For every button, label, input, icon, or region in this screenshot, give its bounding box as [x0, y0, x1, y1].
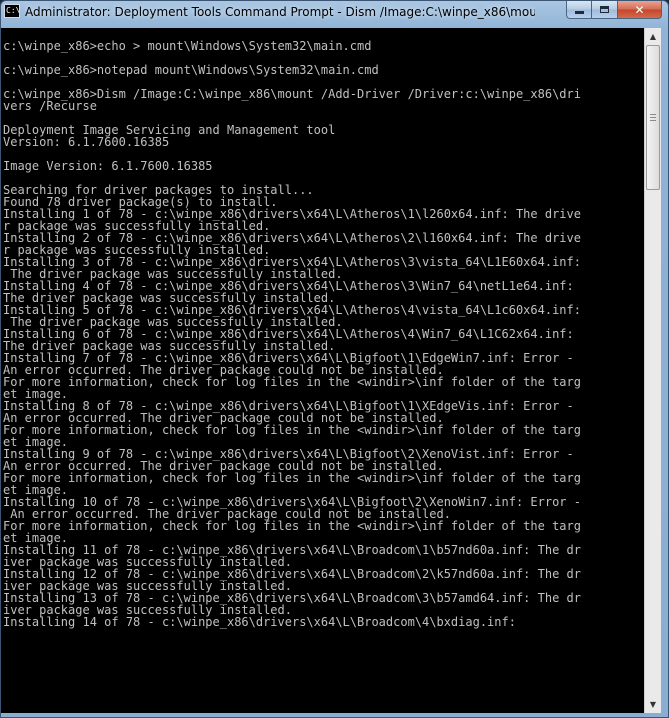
title-bar[interactable]: C:\ Administrator: Deployment Tools Comm… [1, 1, 668, 23]
console-line: c:\winpe_x86>echo > mount\Windows\System… [3, 39, 372, 53]
grip-line [650, 117, 656, 118]
console-line: Image Version: 6.1.7600.16385 [3, 159, 213, 173]
grip-line [650, 120, 656, 121]
vertical-scrollbar[interactable]: ▲ ▼ [644, 28, 661, 713]
close-icon: ✕ [634, 2, 645, 17]
caption-buttons: ✕ [566, 1, 662, 20]
console-line: Installing 14 of 78 - c:\winpe_x86\drive… [3, 615, 516, 629]
window-title: Administrator: Deployment Tools Command … [25, 5, 535, 19]
arrow-up-icon: ▲ [649, 32, 657, 41]
grip-line [650, 114, 656, 115]
scroll-down-button[interactable]: ▼ [645, 696, 661, 713]
console-line: For more information, check for log file… [3, 375, 581, 389]
console-line: For more information, check for log file… [3, 519, 581, 533]
minimize-icon [574, 11, 584, 14]
close-button[interactable]: ✕ [618, 1, 662, 19]
arrow-down-icon: ▼ [649, 700, 657, 709]
console-line: c:\winpe_x86>notepad mount\Windows\Syste… [3, 63, 379, 77]
scroll-thumb[interactable] [646, 45, 660, 190]
scroll-up-button[interactable]: ▲ [645, 28, 661, 45]
maximize-button[interactable] [592, 1, 618, 19]
console-line: vers /Recurse [3, 99, 97, 113]
console-line: Version: 6.1.7600.16385 [3, 135, 170, 149]
maximize-icon [600, 6, 609, 13]
minimize-button[interactable] [566, 1, 592, 19]
console-output[interactable]: c:\winpe_x86>echo > mount\Windows\System… [1, 28, 644, 713]
command-prompt-icon[interactable]: C:\ [4, 4, 20, 18]
console-text: c:\winpe_x86>echo > mount\Windows\System… [1, 28, 644, 628]
console-line: For more information, check for log file… [3, 471, 581, 485]
command-prompt-window: C:\ Administrator: Deployment Tools Comm… [0, 0, 669, 718]
console-line: For more information, check for log file… [3, 423, 581, 437]
